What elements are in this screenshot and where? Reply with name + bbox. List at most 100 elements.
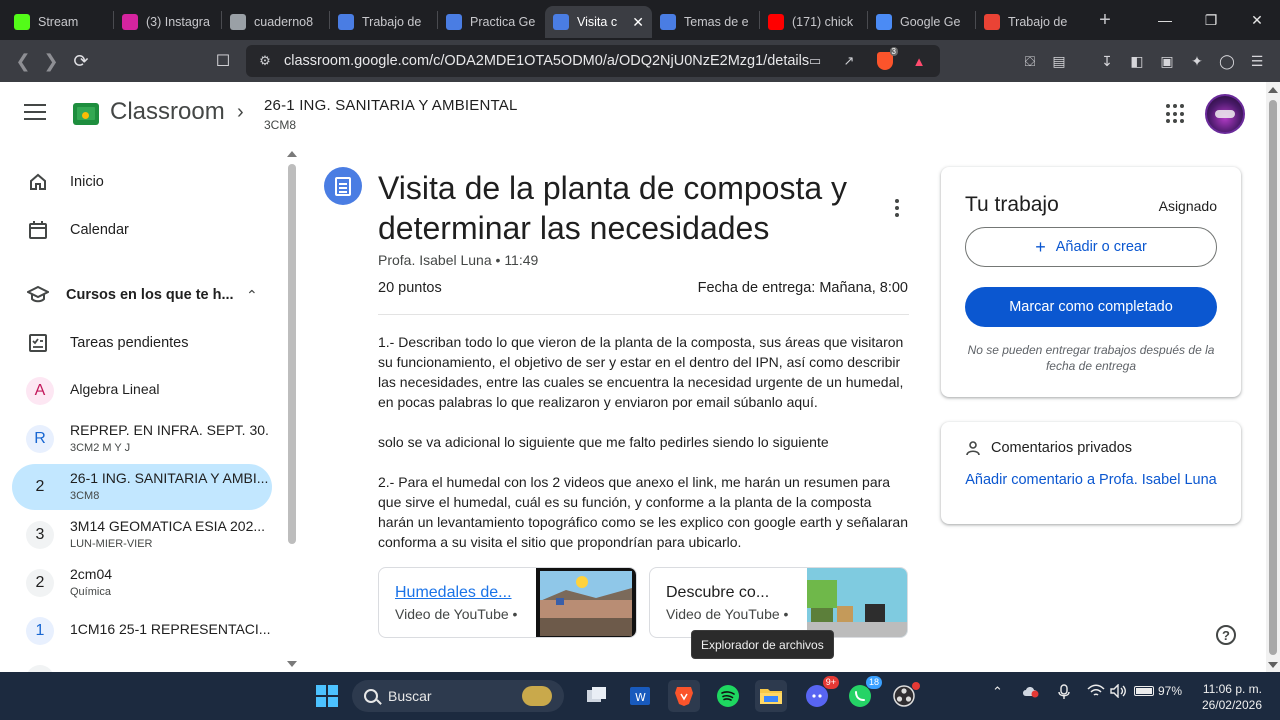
instruction-paragraph: solo se va adicional lo siguiente que me… xyxy=(378,434,829,450)
windows-start-icon[interactable] xyxy=(311,680,343,712)
obs-icon[interactable] xyxy=(888,680,920,712)
browser-tab[interactable]: (3) Instagra xyxy=(114,6,221,38)
course-avatar: 2 xyxy=(26,473,54,501)
scroll-down-arrow-icon[interactable] xyxy=(287,661,297,667)
sidebar-course-item[interactable]: 2 26-1 ING. SANITARIA Y AMBI... 3CM8 xyxy=(12,464,272,510)
more-options-icon[interactable] xyxy=(885,196,909,220)
sidebar-course-item[interactable]: Sensores y actuadores xyxy=(12,656,272,672)
course-subtitle: Química xyxy=(70,586,111,598)
extensions-icon[interactable]: ⛋ xyxy=(1017,48,1043,74)
page-scroll-up-icon[interactable] xyxy=(1268,87,1278,93)
close-window-button[interactable]: ✕ xyxy=(1234,0,1280,40)
system-clock[interactable]: 11:06 p. m. 26/02/2026 xyxy=(1196,681,1262,713)
course-title[interactable]: 26-1 ING. SANITARIA Y AMBIENTAL xyxy=(264,97,518,114)
mark-complete-button[interactable]: Marcar como completado xyxy=(965,287,1217,327)
omnibox[interactable]: ⚙ classroom.google.com/c/ODA2MDE1OTA5ODM… xyxy=(246,45,940,77)
browser-tab[interactable]: Trabajo de xyxy=(976,6,1083,38)
reader-icon[interactable]: ▤ xyxy=(1046,48,1072,74)
breadcrumb-chevron-icon: › xyxy=(237,101,244,123)
brave-rewards-icon[interactable]: ▲ xyxy=(906,45,932,77)
browser-tab[interactable]: Stream xyxy=(6,6,113,38)
forward-button[interactable]: ❯ xyxy=(36,46,66,76)
video-thumbnail[interactable] xyxy=(536,568,636,637)
google-apps-icon[interactable] xyxy=(1166,104,1186,124)
browser-tab[interactable]: Temas de e xyxy=(652,6,759,38)
sidebar-course-item[interactable]: 2 2cm04 Química xyxy=(12,560,272,606)
main-menu-icon[interactable] xyxy=(24,104,46,122)
attachment-title[interactable]: Humedales de... xyxy=(395,584,512,602)
site-info-icon[interactable]: ⚙ xyxy=(252,45,278,77)
battery-indicator[interactable]: 97% xyxy=(1134,684,1182,698)
reload-button[interactable]: ⟳ xyxy=(66,46,96,76)
sidebar-item-calendar[interactable]: Calendar xyxy=(0,206,286,254)
word-app-icon[interactable]: W xyxy=(624,680,656,712)
sidebar-scrollbar[interactable] xyxy=(286,146,298,672)
wifi-icon[interactable] xyxy=(1087,684,1105,701)
help-icon[interactable]: ? xyxy=(1216,625,1236,645)
attachment-card-video-1[interactable]: Humedales de... Video de YouTube • xyxy=(378,567,637,638)
add-private-comment-link[interactable]: Añadir comentario a Profa. Isabel Luna xyxy=(965,468,1217,492)
sidebar-scrollbar-thumb[interactable] xyxy=(288,164,296,544)
sidebar-icon[interactable]: ◧ xyxy=(1124,48,1150,74)
cast-icon[interactable]: ▭ xyxy=(802,45,828,77)
sidebar-item-home[interactable]: Inicio xyxy=(0,158,286,206)
browser-tab[interactable]: (171) chick xyxy=(760,6,867,38)
discord-icon[interactable]: 9+ xyxy=(801,676,839,712)
avatar[interactable] xyxy=(1205,94,1245,134)
sidebar-item-enrolled[interactable]: Cursos en los que te h... ⌃ xyxy=(0,271,286,319)
brave-shields-icon[interactable]: 3 xyxy=(872,45,898,77)
sidebar-course-item[interactable]: R REPREP. EN INFRA. SEPT. 30... 3CM2 M Y J xyxy=(12,416,272,462)
page-scrollbar-thumb[interactable] xyxy=(1269,100,1277,655)
page-scroll-down-icon[interactable] xyxy=(1268,662,1278,668)
brave-badge: 3 xyxy=(889,47,898,56)
clock-time: 11:06 p. m. xyxy=(1202,682,1262,696)
leo-ai-icon[interactable]: ✦ xyxy=(1184,48,1210,74)
tab-label: Google Ge xyxy=(900,15,961,29)
chevron-up-icon[interactable]: ⌃ xyxy=(246,287,258,304)
minimize-button[interactable]: — xyxy=(1142,0,1188,40)
sidebar-course-item[interactable]: 1 1CM16 25-1 REPRESENTACI... xyxy=(12,608,272,654)
attachment-card-video-2[interactable]: Descubre co... Video de YouTube • xyxy=(649,567,908,638)
menu-icon[interactable]: ☰ xyxy=(1244,48,1270,74)
browser-tab[interactable]: Trabajo de xyxy=(330,6,437,38)
bookmark-icon[interactable]: ☐ xyxy=(208,46,238,76)
course-name: REPREP. EN INFRA. SEPT. 30... xyxy=(70,422,270,438)
wallet-icon[interactable]: ▣ xyxy=(1154,48,1180,74)
browser-tab[interactable]: Google Ge xyxy=(868,6,975,38)
browser-tab[interactable]: Visita c ✕ xyxy=(545,6,652,38)
sidebar-course-item[interactable]: 3 3M14 GEOMATICA ESIA 202... LUN-MIER-VIER xyxy=(12,512,272,558)
app-title[interactable]: Classroom xyxy=(110,98,225,126)
vpn-icon[interactable]: ◯ xyxy=(1214,48,1240,74)
sidebar-item-todo[interactable]: Tareas pendientes xyxy=(0,319,286,367)
close-tab-icon[interactable]: ✕ xyxy=(632,14,644,31)
todo-icon xyxy=(27,332,49,354)
microphone-icon[interactable] xyxy=(1058,684,1070,703)
new-tab-button[interactable]: + xyxy=(1093,9,1117,32)
course-avatar: 3 xyxy=(26,521,54,549)
whatsapp-icon[interactable]: 18 xyxy=(844,676,882,712)
volume-icon[interactable] xyxy=(1110,683,1128,701)
spotify-icon[interactable] xyxy=(712,680,744,712)
battery-percent: 97% xyxy=(1158,684,1183,698)
video-thumbnail[interactable] xyxy=(807,568,907,637)
onedrive-icon[interactable] xyxy=(1022,684,1040,701)
download-icon[interactable]: ↧ xyxy=(1094,48,1120,74)
sidebar-course-item[interactable]: A Algebra Lineal xyxy=(12,368,272,414)
browser-tab[interactable]: cuaderno8 xyxy=(222,6,329,38)
attachment-title[interactable]: Descubre co... xyxy=(666,584,769,602)
restore-button[interactable]: ❐ xyxy=(1188,0,1234,40)
instagram-icon xyxy=(122,14,138,30)
taskbar-search[interactable]: Buscar xyxy=(352,680,564,712)
back-button[interactable]: ❮ xyxy=(8,46,38,76)
course-section: 3CM8 xyxy=(264,118,297,132)
course-avatar xyxy=(26,665,54,672)
browser-tab[interactable]: Practica Ge xyxy=(438,6,545,38)
add-or-create-button[interactable]: + Añadir o crear xyxy=(965,227,1217,267)
page-scrollbar[interactable] xyxy=(1266,82,1280,672)
tray-overflow-icon[interactable]: ⌃ xyxy=(992,684,1003,700)
file-explorer-icon[interactable] xyxy=(755,680,787,712)
scroll-up-arrow-icon[interactable] xyxy=(287,151,297,157)
task-view-icon[interactable] xyxy=(581,680,613,712)
share-icon[interactable]: ↗ xyxy=(836,45,862,77)
brave-browser-icon[interactable] xyxy=(668,680,700,712)
